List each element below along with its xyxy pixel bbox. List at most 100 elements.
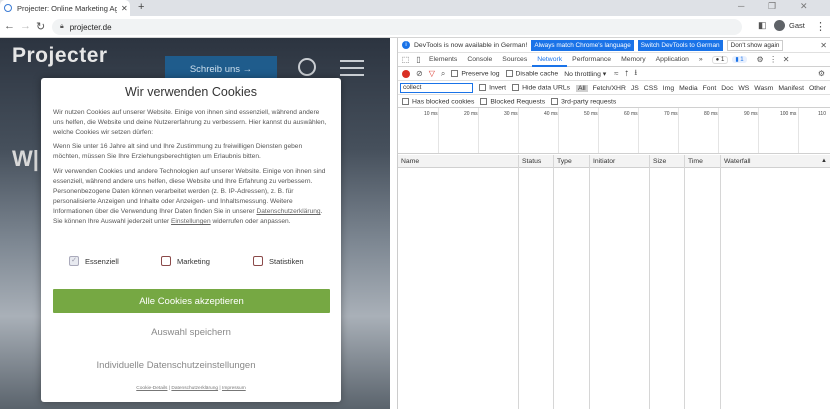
- close-infobar-icon[interactable]: ✕: [820, 41, 827, 50]
- network-conditions-icon[interactable]: ≈: [614, 69, 618, 78]
- type-filter-fetch[interactable]: Fetch/XHR: [593, 85, 626, 92]
- close-devtools-icon[interactable]: ✕: [781, 55, 792, 64]
- type-filter-manifest[interactable]: Manifest: [778, 85, 804, 92]
- type-filter-other[interactable]: Other: [809, 85, 826, 92]
- close-window-icon[interactable]: ✕: [800, 1, 808, 12]
- blocked-requests-checkbox[interactable]: Blocked Requests: [480, 97, 545, 105]
- match-language-button[interactable]: Always match Chrome's language: [531, 39, 634, 51]
- type-filter-js[interactable]: JS: [631, 85, 639, 92]
- tab-sources[interactable]: Sources: [497, 53, 532, 67]
- footer-privacy-link[interactable]: Datenschutzerklärung: [171, 386, 218, 391]
- error-count-badge[interactable]: ● 1: [711, 55, 729, 64]
- timeline-tick: 90 ms: [744, 111, 758, 117]
- browser-tab[interactable]: Projecter: Online Marketing Agentur ✕: [0, 0, 130, 16]
- column-waterfall[interactable]: Waterfall: [720, 155, 751, 409]
- type-filter-img[interactable]: Img: [663, 85, 674, 92]
- device-toolbar-icon[interactable]: ▯: [413, 55, 424, 64]
- type-filter-media[interactable]: Media: [679, 85, 698, 92]
- type-filter-doc[interactable]: Doc: [721, 85, 733, 92]
- import-har-icon[interactable]: ⭡: [625, 69, 629, 79]
- cookie-footer-links: Cookie-Details | Datenschutzerklärung | …: [136, 386, 246, 391]
- maximize-icon[interactable]: ❐: [768, 1, 776, 12]
- accept-all-button[interactable]: Alle Cookies akzeptieren: [53, 289, 330, 313]
- column-status[interactable]: Status: [518, 155, 541, 409]
- devtools-panel: i DevTools is now available in German! A…: [397, 38, 830, 409]
- third-party-checkbox[interactable]: 3rd-party requests: [551, 97, 616, 105]
- tab-performance[interactable]: Performance: [567, 53, 616, 67]
- tab-memory[interactable]: Memory: [616, 53, 651, 67]
- sort-ascending-icon[interactable]: ▲: [821, 158, 827, 164]
- cookie-consent-dialog: Wir verwenden Cookies Wir nutzen Cookies…: [41, 78, 341, 402]
- clear-icon[interactable]: ⊘: [416, 69, 423, 78]
- menu-icon[interactable]: ⋮: [815, 20, 826, 33]
- type-filter-font[interactable]: Font: [703, 85, 717, 92]
- network-settings-icon[interactable]: ⚙: [818, 69, 825, 78]
- column-size[interactable]: Size: [649, 155, 666, 409]
- column-type[interactable]: Type: [553, 155, 572, 409]
- individual-settings-button[interactable]: Individuelle Datenschutzeinstellungen: [41, 360, 311, 371]
- request-table: Name Status Type Initiator Size Time Wat…: [398, 155, 830, 409]
- export-har-icon[interactable]: ⭳: [634, 67, 637, 81]
- filter-options-bar: Has blocked cookies Blocked Requests 3rd…: [398, 96, 830, 108]
- preserve-log-checkbox[interactable]: Preserve log: [451, 69, 500, 77]
- tab-elements[interactable]: Elements: [424, 53, 462, 67]
- new-tab-icon[interactable]: +: [138, 1, 144, 13]
- devtools-language-infobar: i DevTools is now available in German! A…: [398, 38, 830, 53]
- back-icon[interactable]: ←: [4, 20, 15, 32]
- hamburger-menu-icon[interactable]: [340, 60, 364, 76]
- more-tabs-button[interactable]: »: [694, 53, 708, 67]
- column-time[interactable]: Time: [684, 155, 703, 409]
- imprint-link[interactable]: Impressum: [222, 386, 246, 391]
- settings-gear-icon[interactable]: ⚙: [755, 55, 766, 64]
- cookie-details-link[interactable]: Cookie-Details: [136, 386, 167, 391]
- essential-checkbox[interactable]: ✓ Essenziell: [69, 256, 119, 266]
- profile-button[interactable]: Gast: [774, 20, 805, 31]
- network-timeline-overview[interactable]: 10 ms 20 ms 30 ms 40 ms 50 ms 60 ms 70 m…: [398, 108, 830, 154]
- record-icon[interactable]: [402, 69, 410, 78]
- save-selection-button[interactable]: Auswahl speichern: [41, 327, 341, 338]
- hero-headline: W|: [12, 146, 39, 171]
- inspect-element-icon[interactable]: ⬚: [400, 55, 411, 64]
- filter-input[interactable]: collect: [400, 83, 474, 93]
- disable-cache-checkbox[interactable]: Disable cache: [505, 69, 558, 77]
- infobar-message: DevTools is now available in German!: [414, 41, 528, 49]
- site-search-icon[interactable]: [298, 58, 316, 76]
- column-name[interactable]: Name: [398, 155, 419, 409]
- hide-data-urls-checkbox[interactable]: Hide data URLs: [512, 84, 570, 92]
- url-input[interactable]: 🔒︎ projecter.de: [52, 19, 742, 35]
- invert-checkbox[interactable]: Invert: [479, 84, 506, 92]
- type-filter-css[interactable]: CSS: [644, 85, 658, 92]
- info-icon: i: [402, 41, 410, 49]
- forward-icon[interactable]: →: [20, 20, 31, 32]
- minimize-icon[interactable]: ─: [738, 1, 744, 11]
- tab-network[interactable]: Network: [532, 53, 568, 67]
- column-initiator[interactable]: Initiator: [589, 155, 615, 409]
- timeline-tick: 20 ms: [464, 111, 478, 117]
- type-filter-ws[interactable]: WS: [738, 85, 749, 92]
- close-tab-icon[interactable]: ✕: [121, 4, 128, 13]
- devtools-panel-tabs: ⬚ ▯ Elements Console Sources Network Per…: [398, 53, 830, 67]
- tab-application[interactable]: Application: [651, 53, 694, 67]
- blocked-cookies-checkbox[interactable]: Has blocked cookies: [402, 97, 474, 105]
- message-count-badge[interactable]: ▮ 1: [732, 56, 747, 63]
- reload-icon[interactable]: ↻: [36, 20, 45, 33]
- side-panel-icon[interactable]: ◧: [758, 20, 767, 31]
- switch-german-button[interactable]: Switch DevTools to German: [637, 39, 723, 51]
- statistics-checkbox[interactable]: Statistiken: [253, 256, 304, 266]
- tab-console[interactable]: Console: [462, 53, 497, 67]
- settings-link[interactable]: Einstellungen: [171, 218, 211, 225]
- devtools-menu-icon[interactable]: ⋮: [768, 55, 779, 64]
- search-icon[interactable]: ⌕: [441, 69, 445, 79]
- checkbox-box: [161, 256, 171, 266]
- filter-icon[interactable]: ▽: [429, 69, 435, 78]
- throttling-select[interactable]: No throttling ▾: [564, 70, 606, 78]
- type-filter-wasm[interactable]: Wasm: [754, 85, 773, 92]
- marketing-checkbox[interactable]: Marketing: [161, 256, 210, 266]
- type-filter-all[interactable]: All: [576, 84, 588, 92]
- timeline-tick: 30 ms: [504, 111, 518, 117]
- dont-show-again-button[interactable]: Don't show again: [726, 39, 784, 51]
- checkbox-box: [253, 256, 263, 266]
- privacy-link[interactable]: Datenschutzerklärung: [256, 208, 320, 215]
- site-logo[interactable]: Projecter: [12, 44, 108, 68]
- url-text: projecter.de: [69, 22, 112, 32]
